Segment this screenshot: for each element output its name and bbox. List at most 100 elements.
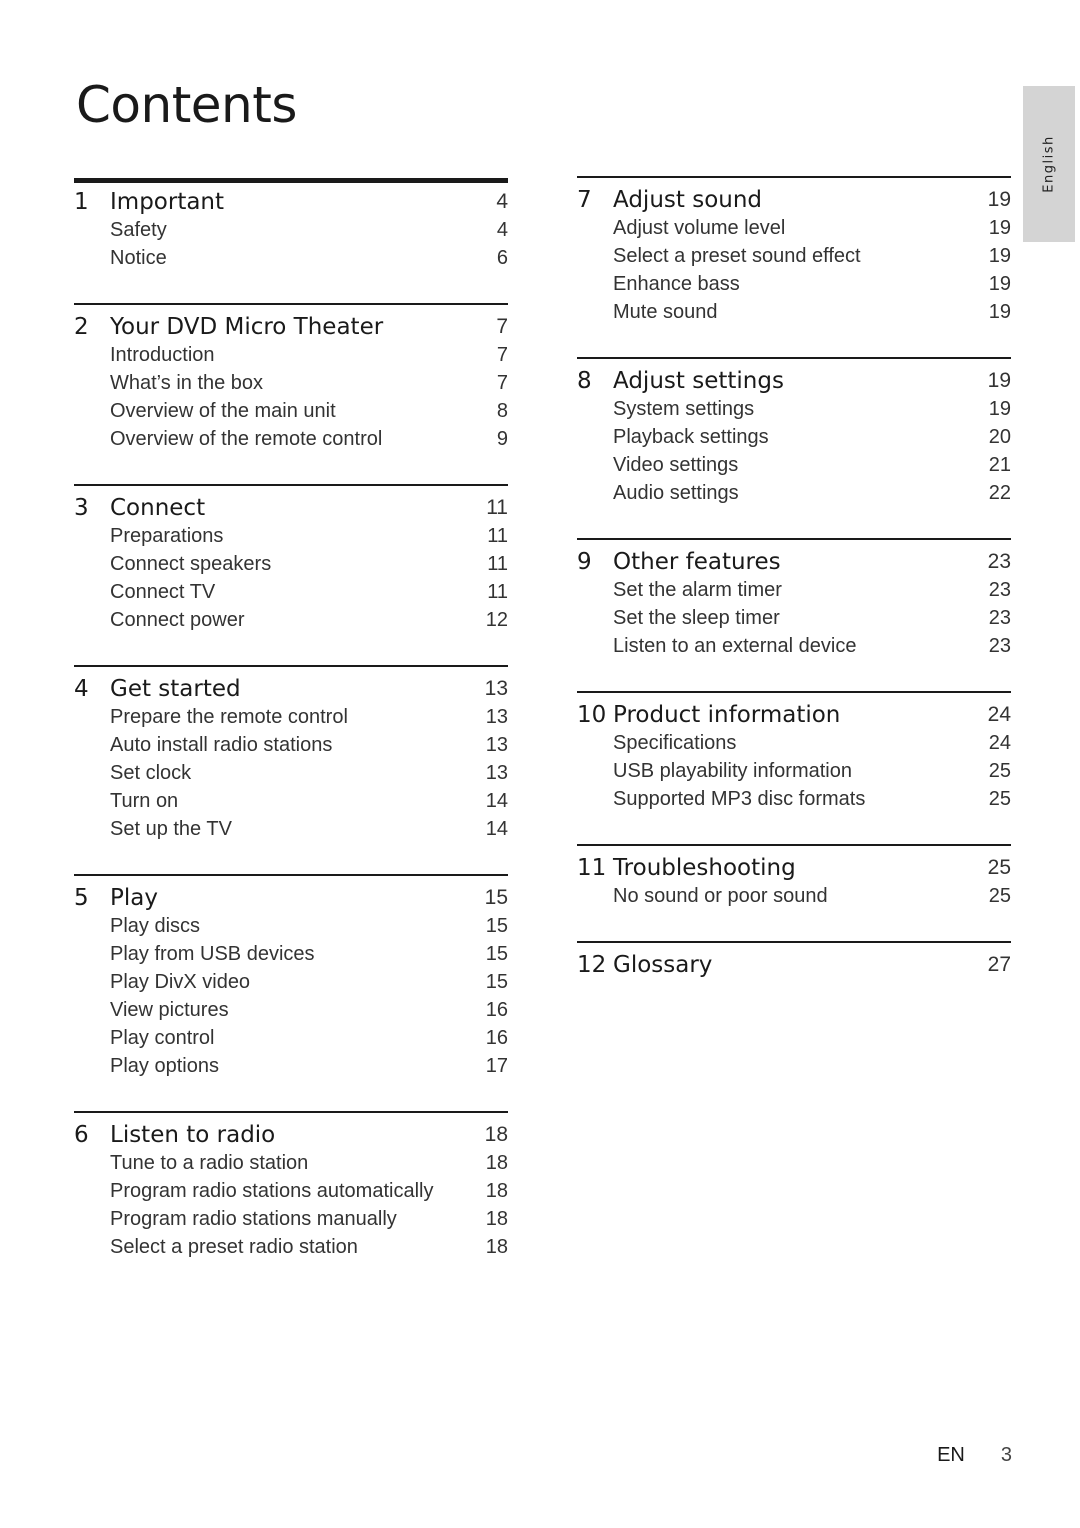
toc-item[interactable]: Play control 16	[74, 1024, 508, 1052]
toc-item[interactable]: Select a preset radio station 18	[74, 1233, 508, 1261]
toc-chapter-entry[interactable]: 9 Other features 23	[577, 548, 1011, 576]
toc-item[interactable]: Set clock 13	[74, 759, 508, 787]
toc-item[interactable]: Play options 17	[74, 1052, 508, 1080]
chapter-page: 18	[484, 1123, 508, 1146]
chapter-page: 27	[987, 953, 1011, 976]
chapter-title: Listen to radio	[110, 1122, 276, 1148]
toc-item[interactable]: Playback settings 20	[577, 423, 1011, 451]
page-footer: EN 3	[937, 1444, 1012, 1467]
toc-item[interactable]: Notice 6	[74, 244, 508, 272]
toc-item-page: 14	[485, 818, 508, 840]
chapter-title: Adjust settings	[613, 368, 784, 394]
toc-item[interactable]: Adjust volume level 19	[577, 214, 1011, 242]
toc-chapter-entry[interactable]: 10 Product information 24	[577, 701, 1011, 729]
toc-item[interactable]: Select a preset sound effect 19	[577, 242, 1011, 270]
chapter-number: 5	[74, 885, 89, 911]
toc-item-label: Program radio stations manually	[110, 1208, 397, 1230]
toc-item[interactable]: Set up the TV 14	[74, 815, 508, 843]
toc-item-label: Set the alarm timer	[613, 579, 782, 601]
chapter-page: 19	[987, 188, 1011, 211]
toc-item[interactable]: Connect speakers 11	[74, 550, 508, 578]
toc-item[interactable]: Play DivX video 15	[74, 968, 508, 996]
toc-item[interactable]: Connect TV 11	[74, 578, 508, 606]
toc-chapter-entry[interactable]: 2 Your DVD Micro Theater 7	[74, 313, 508, 341]
toc-chapter-entry[interactable]: 5 Play 15	[74, 884, 508, 912]
toc-item-page: 16	[485, 999, 508, 1021]
chapter-title: Connect	[110, 495, 206, 521]
toc-item[interactable]: Video settings 21	[577, 451, 1011, 479]
toc-item-page: 7	[496, 344, 508, 366]
toc-chapter-entry[interactable]: 6 Listen to radio 18	[74, 1121, 508, 1149]
toc-item[interactable]: Supported MP3 disc formats 25	[577, 785, 1011, 813]
chapter-title: Adjust sound	[613, 187, 763, 213]
toc-item[interactable]: Turn on 14	[74, 787, 508, 815]
toc-item[interactable]: Prepare the remote control 13	[74, 703, 508, 731]
toc-item[interactable]: Mute sound 19	[577, 298, 1011, 326]
toc-item[interactable]: Specifications 24	[577, 729, 1011, 757]
toc-left-column: 1 Important 4 Safety 4 Notice 6 2 Your DVD Micro…	[74, 178, 508, 1292]
toc-item-label: Prepare the remote control	[110, 706, 348, 728]
toc-item[interactable]: Program radio stations manually 18	[74, 1205, 508, 1233]
toc-item-page: 25	[988, 788, 1011, 810]
toc-chapter-entry[interactable]: 4 Get started 13	[74, 675, 508, 703]
toc-item-label: Audio settings	[613, 482, 739, 504]
toc-item-label: Play options	[110, 1055, 219, 1077]
toc-item[interactable]: Auto install radio stations 13	[74, 731, 508, 759]
toc-item-page: 23	[988, 635, 1011, 657]
toc-item[interactable]: Set the alarm timer 23	[577, 576, 1011, 604]
toc-item-page: 19	[988, 245, 1011, 267]
toc-section: 12 Glossary 27	[577, 941, 1011, 1010]
toc-item[interactable]: Connect power 12	[74, 606, 508, 634]
toc-item[interactable]: Introduction 7	[74, 341, 508, 369]
toc-item-label: Video settings	[613, 454, 739, 476]
toc-item[interactable]: Tune to a radio station 18	[74, 1149, 508, 1177]
toc-item[interactable]: Enhance bass 19	[577, 270, 1011, 298]
toc-item[interactable]: USB playability information 25	[577, 757, 1011, 785]
toc-item[interactable]: Overview of the main unit 8	[74, 397, 508, 425]
toc-chapter-entry[interactable]: 3 Connect 11	[74, 494, 508, 522]
toc-item-label: Play from USB devices	[110, 943, 315, 965]
toc-item-label: Turn on	[110, 790, 179, 812]
chapter-page: 7	[496, 315, 508, 338]
toc-item-label: Specifications	[613, 732, 737, 754]
toc-item[interactable]: Listen to an external device 23	[577, 632, 1011, 660]
toc-item-page: 13	[485, 706, 508, 728]
toc-item-label: What’s in the box	[110, 372, 264, 394]
toc-section: 10 Product information 24 Specifications 24 U…	[577, 691, 1011, 844]
toc-item-page: 15	[485, 915, 508, 937]
toc-item[interactable]: Preparations 11	[74, 522, 508, 550]
toc-item[interactable]: What’s in the box 7	[74, 369, 508, 397]
toc-item-page: 9	[496, 428, 508, 450]
toc-item[interactable]: Overview of the remote control 9	[74, 425, 508, 453]
toc-chapter-entry[interactable]: 8 Adjust settings 19	[577, 367, 1011, 395]
chapter-number: 9	[577, 549, 592, 575]
chapter-title: Your DVD Micro Theater	[110, 314, 384, 340]
chapter-page: 23	[987, 550, 1011, 573]
toc-right-column: 7 Adjust sound 19 Adjust volume level 19 Sele…	[577, 176, 1011, 1010]
toc-item[interactable]: System settings 19	[577, 395, 1011, 423]
toc-item[interactable]: Play discs 15	[74, 912, 508, 940]
toc-item-label: Connect speakers	[110, 553, 272, 575]
toc-chapter-entry[interactable]: 11 Troubleshooting 25	[577, 854, 1011, 882]
chapter-page: 25	[987, 856, 1011, 879]
toc-chapter-entry[interactable]: 12 Glossary 27	[577, 951, 1011, 979]
toc-item[interactable]: Safety 4	[74, 216, 508, 244]
toc-chapter-entry[interactable]: 1 Important 4	[74, 188, 508, 216]
toc-item-label: Listen to an external device	[613, 635, 857, 657]
toc-item-page: 15	[485, 971, 508, 993]
toc-item-page: 15	[485, 943, 508, 965]
toc-item-label: Overview of the remote control	[110, 428, 383, 450]
toc-chapter-entry[interactable]: 7 Adjust sound 19	[577, 186, 1011, 214]
toc-item[interactable]: Play from USB devices 15	[74, 940, 508, 968]
toc-item[interactable]: Audio settings 22	[577, 479, 1011, 507]
toc-item[interactable]: Set the sleep timer 23	[577, 604, 1011, 632]
toc-item[interactable]: Program radio stations automatically 18	[74, 1177, 508, 1205]
chapter-number: 12	[577, 952, 607, 978]
toc-section: 4 Get started 13 Prepare the remote control…	[74, 665, 508, 874]
toc-item-label: Playback settings	[613, 426, 769, 448]
toc-item-page: 21	[988, 454, 1011, 476]
chapter-title: Get started	[110, 676, 241, 702]
chapter-number: 2	[74, 314, 89, 340]
toc-item[interactable]: View pictures 16	[74, 996, 508, 1024]
toc-item[interactable]: No sound or poor sound 25	[577, 882, 1011, 910]
